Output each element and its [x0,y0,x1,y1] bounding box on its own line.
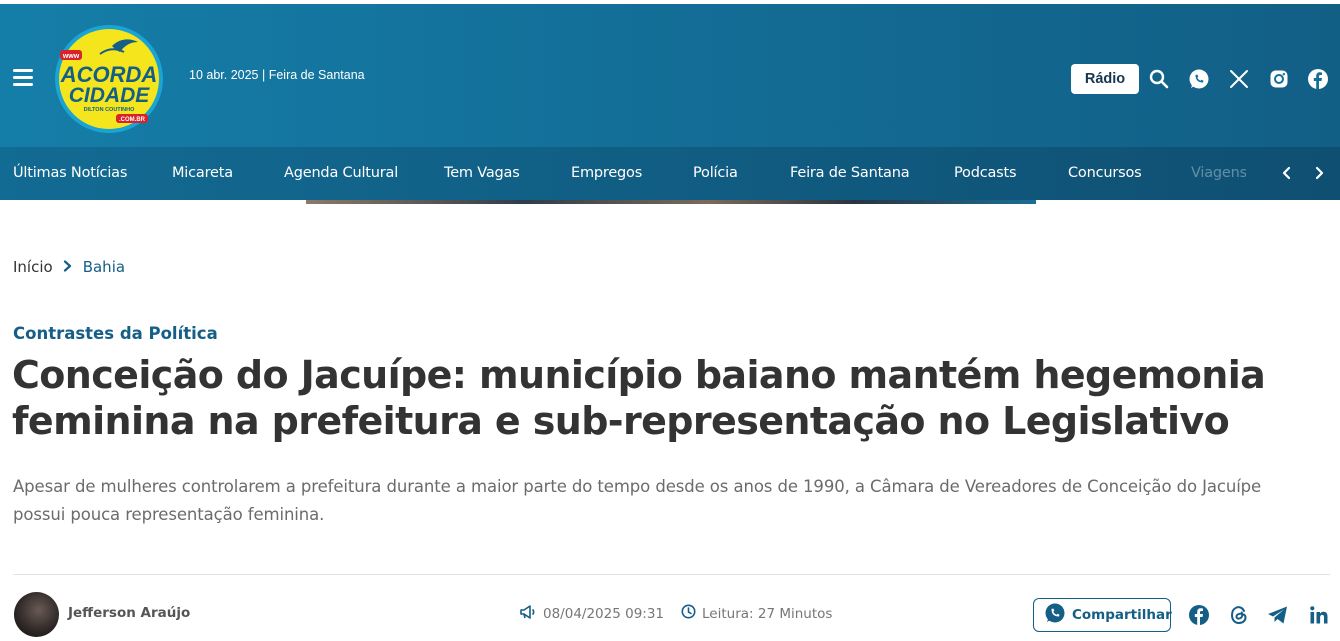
whatsapp-icon[interactable] [1188,68,1210,90]
nav-item-policia[interactable]: Polícia [693,147,738,200]
linkedin-icon[interactable] [1308,604,1330,626]
nav-item-ultimas-noticias[interactable]: Últimas Notícias [13,147,127,200]
reading-time: Leitura: 27 Minutos [681,604,832,623]
banner-image-edge [306,200,1036,204]
chevron-right-icon [63,258,73,276]
share-label: Compartilhar [1072,607,1172,623]
radio-button[interactable]: Rádio [1071,64,1139,94]
megaphone-icon [519,604,537,624]
chevron-right-icon[interactable] [1309,163,1329,183]
nav-item-empregos[interactable]: Empregos [571,147,642,200]
logo-www: www [62,53,80,60]
nav-item-feira-de-santana[interactable]: Feira de Santana [790,147,910,200]
facebook-icon[interactable] [1188,604,1210,626]
logo-subline: DILTON COUTINHO [84,107,136,113]
facebook-icon[interactable] [1307,68,1329,90]
clock-icon [681,604,696,623]
breadcrumb: Início Bahia [13,258,125,276]
logo-line2: CIDADE [69,84,150,107]
author-avatar[interactable] [14,592,59,637]
nav-item-viagens[interactable]: Viagens [1191,147,1246,200]
chevron-left-icon[interactable] [1277,163,1297,183]
article-kicker: Contrastes da Política [13,324,218,343]
breadcrumb-home[interactable]: Início [13,258,53,276]
telegram-icon[interactable] [1267,604,1289,626]
instagram-icon[interactable] [1268,68,1290,90]
divider [13,574,1330,575]
hamburger-icon[interactable] [13,69,33,86]
nav-item-agenda-cultural[interactable]: Agenda Cultural [284,147,398,200]
nav-item-tem-vagas[interactable]: Tem Vagas [444,147,520,200]
breadcrumb-current[interactable]: Bahia [83,258,125,276]
publish-date-text: 08/04/2025 09:31 [543,606,665,622]
article-subtitle: Apesar de mulheres controlarem a prefeit… [13,477,1262,524]
publish-date: 08/04/2025 09:31 [519,604,664,624]
nav-item-concursos[interactable]: Concursos [1068,147,1142,200]
article-headline: Conceição do Jacuípe: município baiano m… [12,353,1266,443]
nav-item-micareta[interactable]: Micareta [172,147,233,200]
x-icon[interactable] [1228,68,1250,90]
whatsapp-icon [1044,602,1066,628]
logo-domain: .COM.BR [119,117,146,123]
main-nav: Últimas Notícias Micareta Agenda Cultura… [0,147,1340,200]
nav-item-podcasts[interactable]: Podcasts [954,147,1017,200]
search-icon[interactable] [1148,68,1170,90]
author-name[interactable]: Jefferson Araújo [68,605,190,621]
site-logo[interactable]: www ACORDA CIDADE DILTON COUTINHO .COM.B… [54,24,164,134]
dateline: 10 abr. 2025 | Feira de Santana [189,68,365,82]
threads-icon[interactable] [1228,604,1250,626]
share-button[interactable]: Compartilhar [1033,598,1172,632]
reading-time-text: Leitura: 27 Minutos [702,605,833,622]
site-header: www ACORDA CIDADE DILTON COUTINHO .COM.B… [0,4,1340,147]
